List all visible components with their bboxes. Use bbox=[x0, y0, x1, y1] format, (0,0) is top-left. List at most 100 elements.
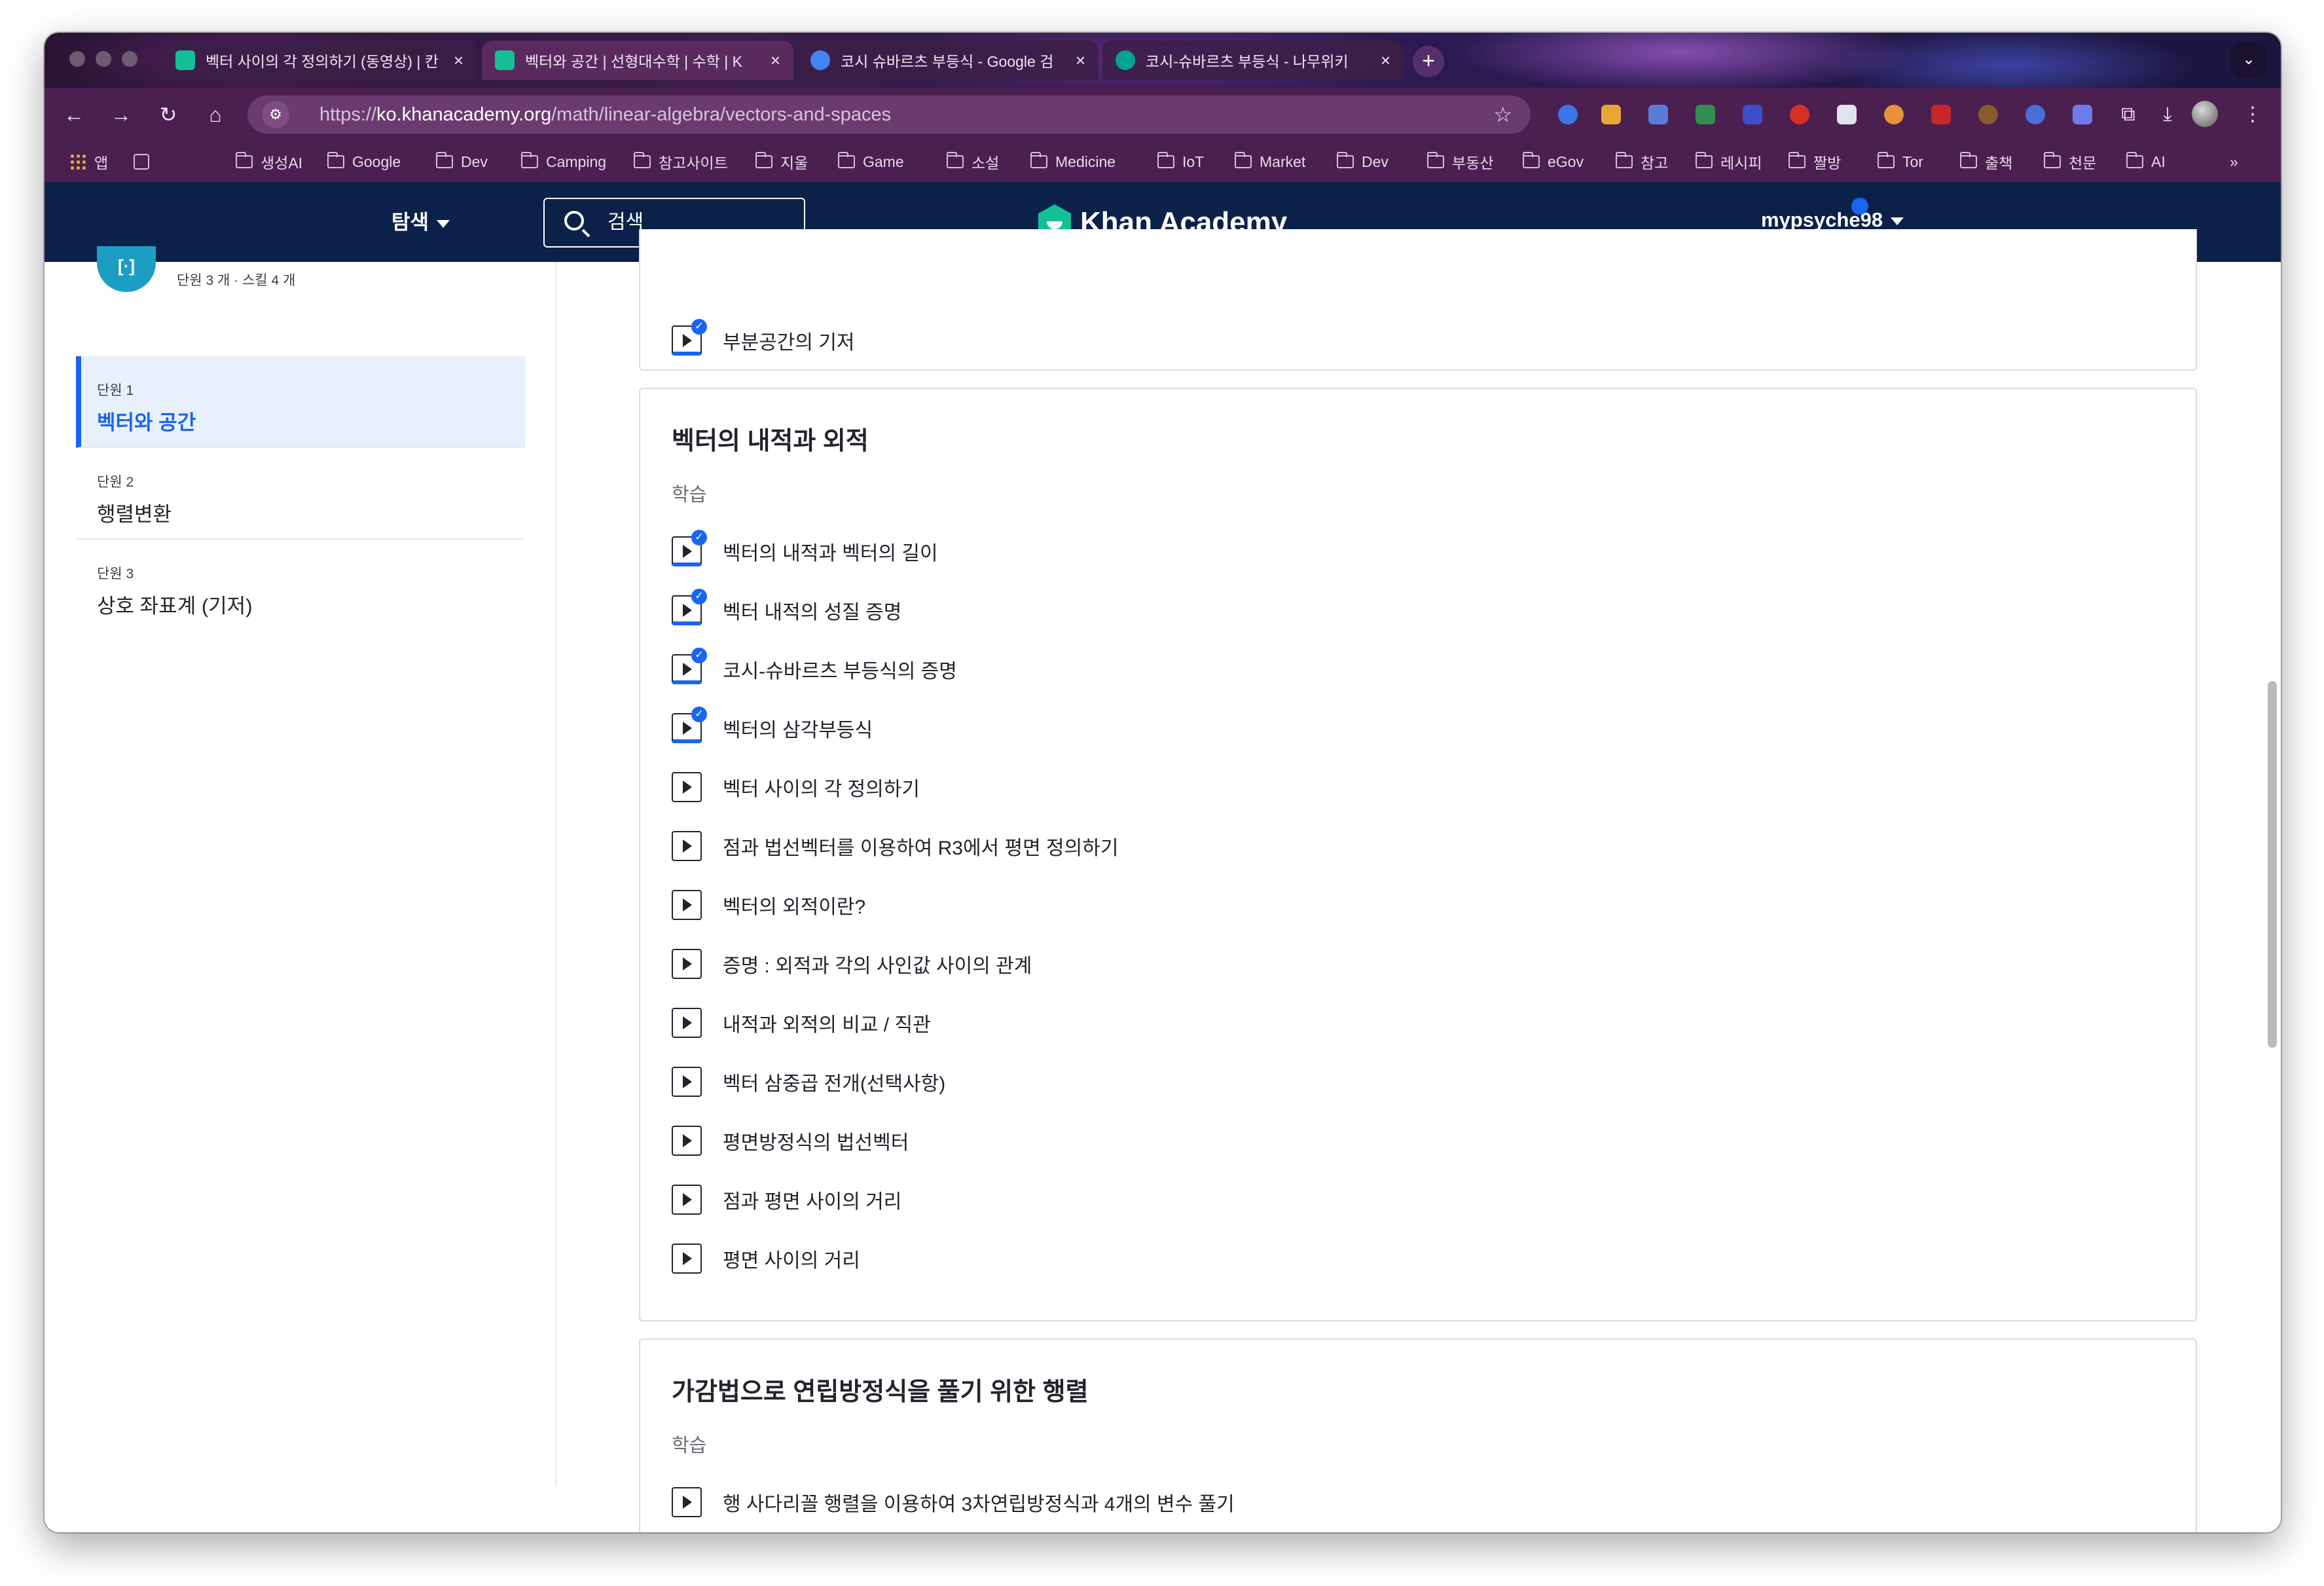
bookmark-folder[interactable]: Market bbox=[1235, 149, 1305, 174]
list-item[interactable]: 평면 사이의 거리 bbox=[672, 1240, 860, 1277]
extension-s-icon[interactable] bbox=[1837, 105, 1857, 124]
bookmark-folder[interactable]: Google bbox=[327, 149, 401, 174]
extension-shield-icon[interactable] bbox=[1696, 105, 1715, 124]
folder-icon bbox=[2126, 152, 2143, 168]
checkmark-icon: ✓ bbox=[691, 530, 707, 545]
chevron-down-icon bbox=[437, 219, 450, 228]
window-controls[interactable] bbox=[69, 51, 137, 67]
extension-record-icon[interactable] bbox=[1931, 105, 1951, 124]
course-icon: [·] bbox=[97, 246, 156, 292]
section-card-dot-cross: 벡터의 내적과 외적 학습 ✓ 벡터의 내적과 벡터의 길이 ✓ 벡터 내적의 성질 … bbox=[639, 388, 2197, 1321]
bookmark-folder[interactable]: 천문 bbox=[2044, 149, 2096, 174]
list-item[interactable]: 점과 평면 사이의 거리 bbox=[672, 1181, 901, 1218]
list-item[interactable]: 행 사다리꼴 행렬을 이용하여 3차연립방정식과 4개의 변수 풀기 bbox=[672, 1484, 1235, 1521]
bookmark-label: 부동산 bbox=[1452, 155, 1494, 172]
bookmark-folder[interactable]: 참고사이트 bbox=[634, 149, 728, 174]
close-tab-icon[interactable]: × bbox=[1076, 50, 1085, 71]
extension-icon[interactable] bbox=[1884, 105, 1904, 124]
tab-3[interactable]: 코시 슈바르츠 부등식 - Google 검 × bbox=[797, 41, 1098, 80]
minimize-window-dot[interactable] bbox=[96, 51, 111, 67]
home-icon[interactable]: ⌂ bbox=[199, 98, 232, 131]
extension-translate-icon[interactable] bbox=[1648, 105, 1668, 124]
bookmark-folder[interactable]: Tor bbox=[1878, 149, 1923, 174]
maximize-window-dot[interactable] bbox=[122, 51, 137, 67]
bookmark-folder[interactable]: 레시피 bbox=[1696, 149, 1762, 174]
bookmark-folder[interactable]: Game bbox=[838, 149, 904, 174]
bookmark-folder[interactable]: 짤방 bbox=[1788, 149, 1841, 174]
bookmark-folder[interactable]: 참고 bbox=[1616, 149, 1668, 174]
page-scrollbar[interactable] bbox=[2268, 681, 2277, 1048]
forward-icon[interactable]: → bbox=[105, 98, 137, 131]
bookmark-folder[interactable]: Camping bbox=[521, 149, 606, 174]
sidebar-unit-1[interactable]: 단원 1 벡터와 공간 bbox=[76, 356, 525, 448]
bookmark-folder[interactable]: 지울 bbox=[755, 149, 808, 174]
bookmarks-overflow-icon[interactable]: » bbox=[2230, 149, 2238, 174]
video-play-icon bbox=[672, 1126, 702, 1156]
bookmark-star-icon[interactable]: ☆ bbox=[1493, 96, 1512, 134]
extension-cookie-icon[interactable] bbox=[1978, 105, 1998, 124]
list-item[interactable]: 평면방정식의 법선벡터 bbox=[672, 1122, 909, 1159]
new-tab-button[interactable]: + bbox=[1413, 46, 1444, 77]
list-item[interactable]: 증명 : 외적과 각의 사인값 사이의 관계 bbox=[672, 946, 1032, 982]
tab-strip: 벡터 사이의 각 정의하기 (동영상) | 칸 × 벡터와 공간 | 선형대수학… bbox=[45, 33, 2281, 88]
tab-title: 코시 슈바르츠 부등식 - Google 검 bbox=[841, 53, 1054, 70]
tab-1[interactable]: 벡터 사이의 각 정의하기 (동영상) | 칸 × bbox=[162, 41, 477, 80]
close-tab-icon[interactable]: × bbox=[1381, 50, 1390, 71]
bookmarks-bar: 앱 생성AI Google Dev Camping 참고사이트 지울 Game 소설 Medic… bbox=[45, 141, 2281, 183]
list-item[interactable]: 벡터 사이의 각 정의하기 bbox=[672, 769, 920, 805]
tab-search-button[interactable]: ⌄ bbox=[2231, 42, 2266, 77]
tab-groups-icon[interactable] bbox=[134, 149, 154, 174]
profile-avatar[interactable] bbox=[2192, 101, 2218, 127]
extension-icon[interactable] bbox=[1743, 105, 1762, 124]
tab-2[interactable]: 벡터와 공간 | 선형대수학 | 수학 | K × bbox=[482, 41, 793, 80]
list-item[interactable]: 점과 법선벡터를 이용하여 R3에서 평면 정의하기 bbox=[672, 828, 1118, 864]
bookmark-apps[interactable]: 앱 bbox=[69, 149, 108, 174]
list-item[interactable]: ✓ 코시-슈바르츠 부등식의 증명 bbox=[672, 648, 957, 688]
sidebar-unit-2[interactable]: 단원 2 행렬변환 bbox=[76, 448, 525, 540]
back-icon[interactable]: ← bbox=[58, 98, 90, 131]
user-menu[interactable]: mypsyche98 bbox=[1761, 198, 1904, 232]
browser-toolbar: ← → ↻ ⌂ ⚙ https://ko.khanacademy.org/mat… bbox=[45, 88, 2281, 141]
extension-gem-icon[interactable] bbox=[1558, 105, 1578, 124]
close-tab-icon[interactable]: × bbox=[771, 50, 780, 71]
list-item[interactable]: ✓ 부분공간의 기저 bbox=[672, 319, 855, 359]
explore-menu[interactable]: 탐색 bbox=[391, 206, 450, 235]
menu-kebab-icon[interactable]: ⋮ bbox=[2238, 100, 2268, 130]
reload-icon[interactable]: ↻ bbox=[152, 98, 185, 131]
sidebar-unit-3[interactable]: 단원 3 상호 좌표계 (기저) bbox=[76, 540, 525, 631]
site-info-icon[interactable]: ⚙ bbox=[262, 101, 289, 128]
bookmark-label: 참고 bbox=[1641, 155, 1669, 172]
extension-flash-icon[interactable] bbox=[1790, 105, 1809, 124]
folder-icon bbox=[838, 152, 855, 168]
bookmark-folder[interactable]: eGov bbox=[1523, 149, 1584, 174]
list-item[interactable]: 벡터의 외적이란? bbox=[672, 887, 865, 923]
list-item[interactable]: 내적과 외적의 비교 / 직관 bbox=[672, 1005, 931, 1041]
extension-icon[interactable] bbox=[2025, 105, 2045, 124]
list-item[interactable]: ✓ 벡터의 내적과 벡터의 길이 bbox=[672, 530, 938, 570]
bookmark-folder[interactable]: AI bbox=[2126, 149, 2166, 174]
address-bar[interactable]: ⚙ https://ko.khanacademy.org/math/linear… bbox=[247, 96, 1531, 134]
bookmark-folder[interactable]: Dev bbox=[436, 149, 488, 174]
folder-icon bbox=[755, 152, 772, 168]
list-item[interactable]: 벡터 삼중곱 전개(선택사항) bbox=[672, 1063, 945, 1100]
list-item[interactable]: ✓ 벡터의 삼각부등식 bbox=[672, 707, 873, 747]
extension-icon[interactable] bbox=[1601, 105, 1621, 124]
close-window-dot[interactable] bbox=[69, 51, 85, 67]
bookmark-folder[interactable]: 소설 bbox=[947, 149, 999, 174]
bookmark-folder[interactable]: Medicine bbox=[1030, 149, 1116, 174]
bookmark-folder[interactable]: Dev bbox=[1337, 149, 1389, 174]
extensions-puzzle-icon[interactable]: ⧉ bbox=[2113, 100, 2143, 130]
tab-title: 코시-슈바르츠 부등식 - 나무위키 bbox=[1146, 53, 1349, 70]
download-icon[interactable]: ⤓ bbox=[2152, 100, 2183, 130]
bookmark-folder[interactable]: 생성AI bbox=[236, 149, 302, 174]
bookmark-folder[interactable]: 출책 bbox=[1960, 149, 2012, 174]
item-label: 벡터의 외적이란? bbox=[723, 896, 866, 918]
extension-icon[interactable] bbox=[2073, 105, 2092, 124]
unit-label: 단원 2 bbox=[97, 475, 134, 490]
bookmark-folder[interactable]: 부동산 bbox=[1427, 149, 1493, 174]
folder-icon bbox=[1523, 152, 1540, 168]
list-item[interactable]: ✓ 벡터 내적의 성질 증명 bbox=[672, 589, 901, 629]
tab-4[interactable]: 코시-슈바르츠 부등식 - 나무위키 × bbox=[1102, 41, 1404, 80]
bookmark-folder[interactable]: IoT bbox=[1157, 149, 1204, 174]
close-tab-icon[interactable]: × bbox=[454, 50, 463, 71]
